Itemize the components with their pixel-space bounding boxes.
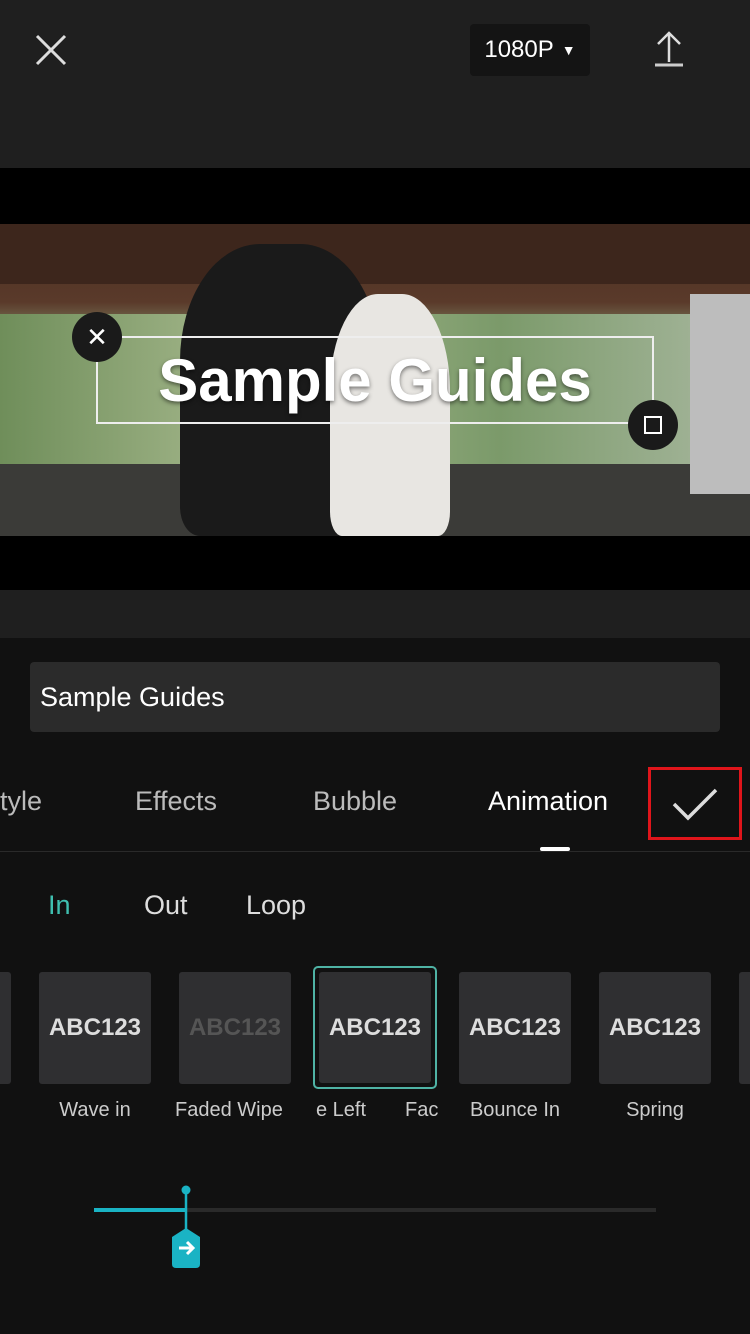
- animation-tile-wave-in[interactable]: ABC123: [39, 972, 151, 1084]
- animation-label: Faded Wipe: [175, 1099, 283, 1121]
- close-icon: ✕: [86, 321, 108, 352]
- tab-effects[interactable]: Effects: [135, 786, 217, 817]
- animation-tile-bounce-in[interactable]: ABC123: [459, 972, 571, 1084]
- tab-style[interactable]: tyle: [0, 786, 42, 817]
- subtab-loop[interactable]: Loop: [246, 890, 306, 921]
- rotate-icon: [644, 416, 662, 434]
- animation-tile-partial[interactable]: [0, 972, 11, 1084]
- animation-label: e Left: [316, 1099, 367, 1121]
- export-icon[interactable]: [652, 30, 686, 68]
- animation-label: Wave in: [59, 1099, 131, 1121]
- animation-tile-partial-right[interactable]: [739, 972, 750, 1084]
- subtab-out[interactable]: Out: [144, 890, 188, 921]
- tab-animation[interactable]: Animation: [488, 786, 608, 817]
- animation-tile-faded-wipe[interactable]: ABC123: [179, 972, 291, 1084]
- preview-footer: [0, 590, 750, 638]
- animation-tile-spring[interactable]: ABC123: [599, 972, 711, 1084]
- delete-text-button[interactable]: ✕: [72, 312, 122, 362]
- tab-bubble[interactable]: Bubble: [313, 786, 397, 817]
- letterbox-top: [0, 168, 750, 224]
- duration-slider-thumb[interactable]: [169, 1184, 203, 1268]
- confirm-button[interactable]: [648, 767, 742, 840]
- close-icon[interactable]: [34, 33, 68, 67]
- animation-label: Fac: [405, 1099, 439, 1121]
- resolution-label: 1080P: [484, 36, 554, 63]
- rotate-scale-handle[interactable]: [628, 400, 678, 450]
- animation-label: Bounce In: [469, 1099, 561, 1121]
- top-bar: [0, 0, 750, 168]
- caret-down-icon: ▼: [561, 42, 576, 58]
- selected-tile-border: [313, 966, 437, 1089]
- text-input[interactable]: Sample Guides: [30, 662, 720, 732]
- checkmark-icon: [672, 788, 718, 820]
- animation-label: Spring: [626, 1099, 684, 1121]
- letterbox-bottom: [0, 536, 750, 590]
- subtab-in[interactable]: In: [48, 890, 71, 921]
- tab-divider: [0, 851, 750, 852]
- resolution-dropdown[interactable]: 1080P ▼: [470, 24, 590, 76]
- overlay-text[interactable]: Sample Guides: [96, 336, 654, 424]
